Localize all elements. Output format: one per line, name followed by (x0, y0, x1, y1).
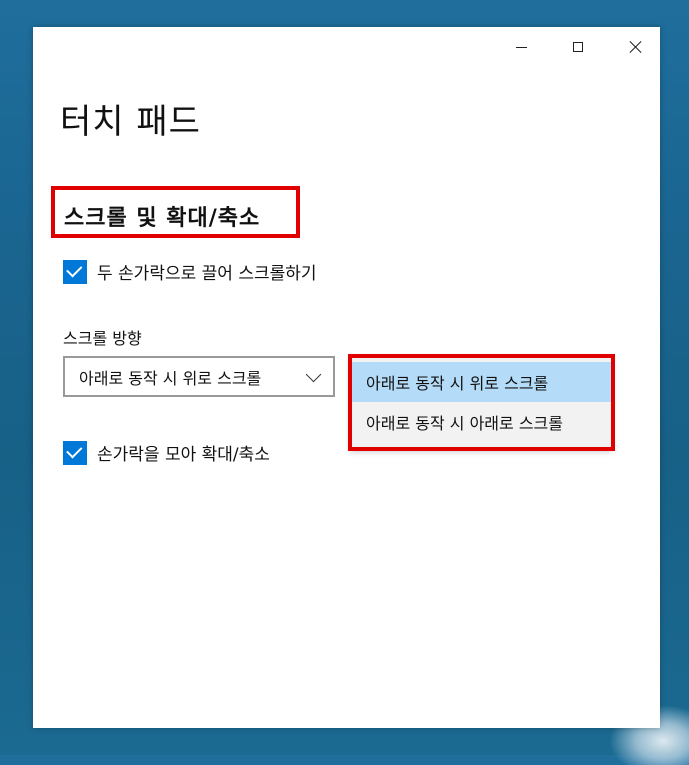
section-heading: 스크롤 및 확대/축소 (64, 206, 261, 231)
drag-scroll-label: 두 손가락으로 끌어 스크롤하기 (97, 264, 317, 284)
settings-window: 터치 패드 스크롤 및 확대/축소 두 손가락으로 끌어 스크롤하기 스크롤 방… (33, 27, 660, 728)
pinch-zoom-label: 손가락을 모아 확대/축소 (97, 445, 270, 465)
checkmark-icon (66, 442, 83, 459)
minimize-icon (515, 46, 527, 48)
scroll-direction-option-down[interactable]: 아래로 동작 시 아래로 스크롤 (350, 402, 612, 442)
close-icon (629, 40, 643, 54)
minimize-button[interactable] (498, 27, 544, 67)
scroll-direction-dropdown[interactable]: 아래로 동작 시 위로 스크롤 (63, 356, 335, 397)
checkmark-icon (66, 261, 83, 278)
scroll-direction-label: 스크롤 방향 (63, 329, 142, 348)
close-button[interactable] (613, 27, 659, 67)
drag-scroll-checkbox[interactable] (63, 259, 87, 284)
scroll-direction-option-up[interactable]: 아래로 동작 시 위로 스크롤 (350, 362, 612, 402)
scroll-direction-options: 아래로 동작 시 위로 스크롤 아래로 동작 시 아래로 스크롤 (350, 356, 612, 450)
pinch-zoom-checkbox-row[interactable]: 손가락을 모아 확대/축소 (63, 440, 270, 465)
scroll-direction-selected: 아래로 동작 시 위로 스크롤 (79, 368, 262, 388)
drag-scroll-checkbox-row[interactable]: 두 손가락으로 끌어 스크롤하기 (63, 259, 317, 284)
maximize-icon (573, 42, 583, 52)
chevron-down-icon (305, 366, 322, 383)
pinch-zoom-checkbox[interactable] (63, 440, 87, 465)
maximize-button[interactable] (555, 27, 601, 67)
page-title: 터치 패드 (60, 102, 201, 142)
